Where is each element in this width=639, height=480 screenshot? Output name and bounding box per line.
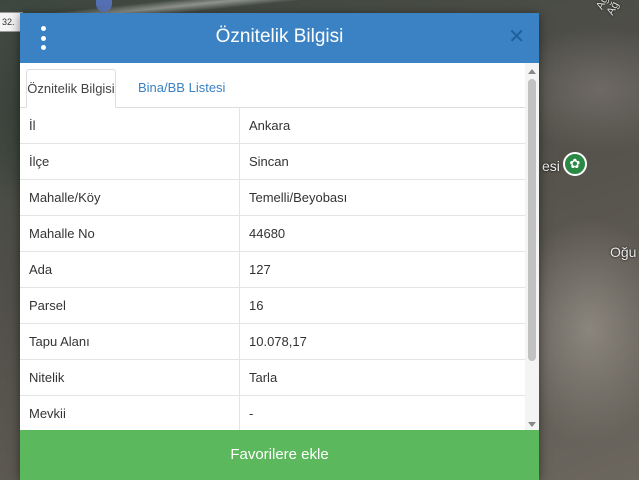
attribute-value: -	[239, 395, 525, 430]
table-row: Parsel 16	[20, 287, 525, 324]
attribute-info-modal: Öznitelik Bilgisi ✕ Öznitelik Bilgisi Bi…	[20, 13, 539, 480]
table-row: Mevkii -	[20, 395, 525, 430]
table-row: Ada 127	[20, 251, 525, 288]
tab-bar: Öznitelik Bilgisi Bina/BB Listesi	[20, 63, 525, 108]
modal-header: Öznitelik Bilgisi ✕	[20, 13, 539, 63]
modal-title: Öznitelik Bilgisi	[215, 26, 344, 47]
attribute-value: Tarla	[239, 359, 525, 396]
scroll-thumb[interactable]	[528, 79, 536, 361]
tab-attribute-info[interactable]: Öznitelik Bilgisi	[26, 69, 116, 108]
attribute-value: Ankara	[249, 118, 291, 133]
table-row: Mahalle/Köy Temelli/Beyobası	[20, 179, 525, 216]
attribute-key: Nitelik	[20, 359, 240, 396]
attribute-value: 44680	[239, 215, 525, 252]
map-label: esi	[542, 158, 560, 174]
tab-building-list[interactable]: Bina/BB Listesi	[128, 69, 235, 106]
close-icon[interactable]: ✕	[508, 25, 525, 49]
attribute-table: İl Ankara İlçe Sincan Mahalle/Köy Temelli/Bey…	[20, 108, 525, 430]
attribute-value: 127	[239, 251, 525, 288]
park-pin-icon[interactable]: ✿	[563, 152, 587, 176]
attribute-key: Ada	[20, 251, 240, 288]
table-row: İlçe Sincan	[20, 143, 525, 180]
attribute-value: Temelli/Beyobası	[239, 179, 525, 216]
scroll-up-arrow-icon[interactable]	[528, 69, 536, 74]
table-row: İl Ankara	[20, 108, 525, 144]
attribute-value: 16	[239, 287, 525, 324]
scrollbar[interactable]	[525, 63, 539, 430]
add-to-favorites-button[interactable]: Favorilere ekle	[20, 430, 539, 480]
attribute-key: Mahalle No	[20, 215, 240, 252]
table-row: Tapu Alanı 10.078,17	[20, 323, 525, 360]
scroll-down-arrow-icon[interactable]	[528, 422, 536, 427]
map-label: Oğu	[610, 244, 637, 260]
attribute-key: Mevkii	[20, 395, 240, 430]
attribute-key: İlçe	[20, 143, 240, 180]
attribute-key: İl	[20, 108, 240, 144]
table-row: Mahalle No 44680	[20, 215, 525, 252]
attribute-value: Sincan	[239, 143, 525, 180]
attribute-key: Parsel	[20, 287, 240, 324]
attribute-value: 10.078,17	[239, 323, 525, 360]
attribute-key: Tapu Alanı	[20, 323, 240, 360]
table-row: Nitelik Tarla	[20, 359, 525, 396]
attribute-key: Mahalle/Köy	[20, 179, 240, 216]
